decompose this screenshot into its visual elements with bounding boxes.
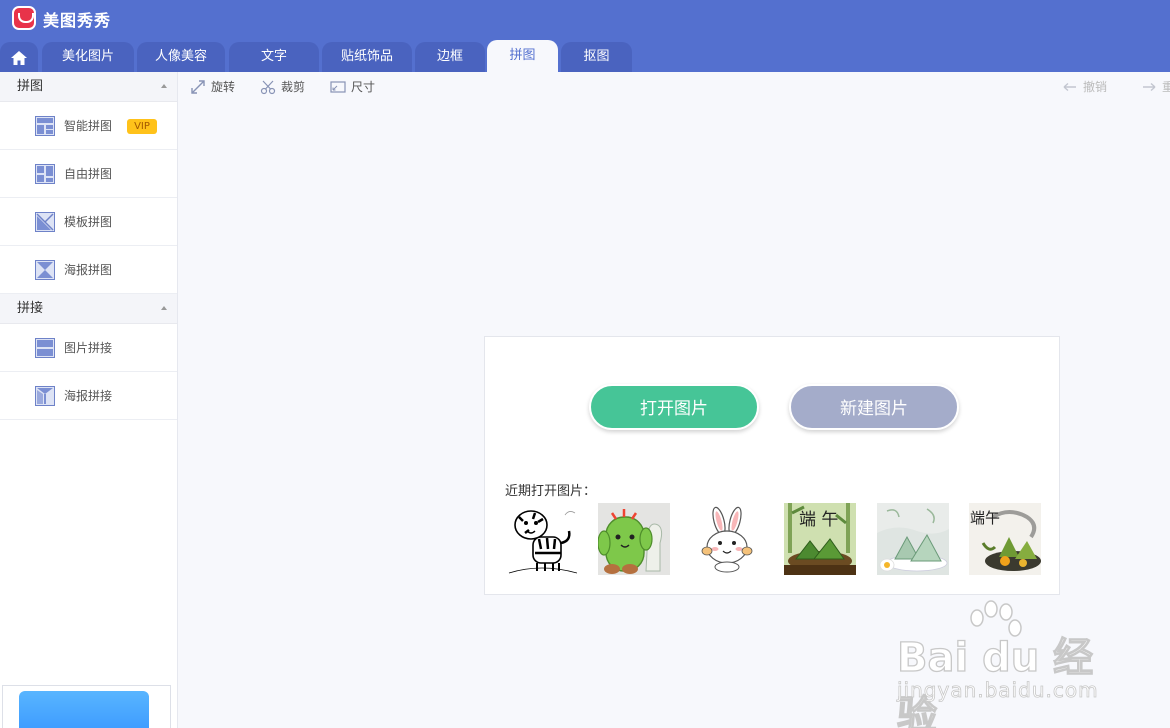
tab-text[interactable]: 文字 — [229, 42, 319, 72]
collapse-arrow-icon[interactable] — [161, 306, 167, 310]
collapse-arrow-icon[interactable] — [161, 84, 167, 88]
template-collage-icon — [35, 212, 55, 232]
tab-cutout[interactable]: 抠图 — [561, 42, 632, 72]
smart-collage-icon — [35, 116, 55, 136]
redo-button[interactable]: 重 — [1141, 79, 1170, 95]
toolbar: 旋转 裁剪 尺寸 撤销 重 — [178, 72, 1170, 102]
sidebar-bottom-panel — [2, 685, 171, 728]
sidebar-item-label: 智能拼图 — [64, 119, 113, 133]
sidebar-item-label: 图片拼接 — [64, 341, 113, 355]
home-icon — [11, 51, 27, 65]
zongzi-plate-image — [877, 503, 949, 575]
duanwu-text: 端 午 — [799, 510, 838, 530]
undo-arrow-icon — [1063, 82, 1076, 92]
watermark-text: Bai du 经验 — [896, 634, 1094, 728]
redo-arrow-icon — [1143, 82, 1156, 92]
crop-label: 裁剪 — [281, 80, 306, 94]
rotate-label: 旋转 — [211, 80, 236, 94]
recent-images-list: 端 午 端午 — [505, 503, 1045, 575]
sidebar-item-label: 海报拼图 — [64, 263, 113, 277]
sidebar-item-poster-stitch[interactable]: 海报拼接 — [0, 372, 177, 420]
sidebar-item-label: 模板拼图 — [64, 215, 113, 229]
main-tabs: 美化图片 人像美容 文字 贴纸饰品 边框 拼图 抠图 — [0, 40, 1170, 72]
scissors-icon — [260, 80, 276, 95]
size-button[interactable]: 尺寸 — [330, 79, 390, 95]
image-stitch-icon — [35, 338, 55, 358]
recent-images-label: 近期打开图片： — [505, 484, 597, 499]
tab-frame[interactable]: 边框 — [415, 42, 485, 72]
sidebar-item-label: 自由拼图 — [64, 167, 113, 181]
tab-portrait[interactable]: 人像美容 — [137, 42, 225, 72]
new-image-button[interactable]: 新建图片 — [789, 384, 959, 430]
sidebar-bottom-button[interactable] — [19, 691, 149, 728]
recent-image-thumbnail[interactable]: 端午 — [969, 503, 1041, 575]
undo-button[interactable]: 撤销 — [1062, 79, 1122, 95]
duanwu-ink-painting-image: 端午 — [969, 503, 1041, 575]
app-logo-icon — [12, 6, 36, 30]
free-collage-icon — [35, 164, 55, 184]
duanwu-text: 端午 — [970, 509, 1000, 527]
rotate-icon — [191, 80, 205, 94]
recent-image-thumbnail[interactable] — [505, 503, 577, 575]
sidebar-item-template-collage[interactable]: 模板拼图 — [0, 198, 177, 246]
sidebar-item-image-stitch[interactable]: 图片拼接 — [0, 324, 177, 372]
size-label: 尺寸 — [351, 80, 376, 94]
duanwu-zongzi-image: 端 午 — [784, 503, 856, 575]
watermark-url: jingyan.baidu.com — [897, 678, 1099, 703]
rotate-button[interactable]: 旋转 — [190, 79, 250, 95]
tab-stickers[interactable]: 贴纸饰品 — [322, 42, 412, 72]
sidebar: 拼图 智能拼图 VIP 自由拼图 模板拼图 海报拼图 拼接 图片拼接 海报拼接 — [0, 72, 178, 728]
rabbit-cartoon-image — [691, 503, 763, 575]
app-title: 美图秀秀 — [43, 11, 112, 30]
redo-label: 重 — [1162, 80, 1170, 94]
sidebar-item-smart-collage[interactable]: 智能拼图 VIP — [0, 102, 177, 150]
recent-image-thumbnail[interactable]: 端 午 — [784, 503, 856, 575]
cactus-cartoon-image — [598, 503, 670, 575]
sidebar-item-poster-collage[interactable]: 海报拼图 — [0, 246, 177, 294]
baidu-jingyan-watermark: Bai du 经验 jingyan.baidu.com — [896, 600, 1117, 728]
tab-collage[interactable]: 拼图 — [487, 40, 558, 72]
tab-home[interactable] — [0, 42, 38, 72]
poster-stitch-icon — [35, 386, 55, 406]
title-bar: 美图秀秀 美化图片 人像美容 文字 贴纸饰品 边框 拼图 抠图 — [0, 0, 1170, 72]
sidebar-item-label: 海报拼接 — [64, 389, 113, 403]
poster-collage-icon — [35, 260, 55, 280]
tiger-drawing-image — [505, 503, 577, 575]
crop-button[interactable]: 裁剪 — [260, 79, 320, 95]
sidebar-item-free-collage[interactable]: 自由拼图 — [0, 150, 177, 198]
undo-label: 撤销 — [1083, 80, 1108, 94]
recent-image-thumbnail[interactable] — [691, 503, 763, 575]
section-title: 拼接 — [17, 301, 44, 316]
section-title: 拼图 — [17, 79, 44, 94]
recent-image-thumbnail[interactable] — [598, 503, 670, 575]
recent-image-thumbnail[interactable] — [877, 503, 949, 575]
open-image-panel: 打开图片 新建图片 近期打开图片： 端 午 端午 — [484, 336, 1060, 595]
vip-badge: VIP — [127, 119, 157, 134]
open-image-button[interactable]: 打开图片 — [589, 384, 759, 430]
paw-logo-icon — [970, 600, 1022, 637]
section-header-stitch[interactable]: 拼接 — [0, 294, 177, 324]
tab-beautify[interactable]: 美化图片 — [42, 42, 134, 72]
size-icon — [330, 81, 346, 93]
section-header-collage[interactable]: 拼图 — [0, 72, 177, 102]
